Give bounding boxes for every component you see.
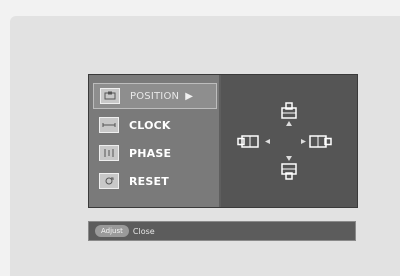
osd-menu-list: POSITION ▶ CLOCK PHASE RESET [89, 75, 221, 207]
reset-icon [99, 173, 119, 189]
menu-item-position[interactable]: POSITION ▶ [93, 83, 217, 109]
move-up-icon[interactable] [277, 101, 301, 131]
menu-item-reset[interactable]: RESET [93, 169, 215, 193]
menu-item-clock[interactable]: CLOCK [93, 113, 215, 137]
clock-icon [99, 117, 119, 133]
monitor-screen: POSITION ▶ CLOCK PHASE RESET Adjust Clos… [10, 16, 400, 276]
submenu-arrow-icon: ▶ [185, 90, 194, 102]
move-left-icon[interactable] [235, 133, 275, 151]
move-down-icon[interactable] [277, 155, 301, 185]
close-label: Close [132, 226, 155, 236]
menu-item-label: CLOCK [129, 118, 171, 132]
phase-icon [99, 145, 119, 161]
osd-menu-panel: POSITION ▶ CLOCK PHASE RESET [88, 74, 358, 208]
menu-item-label: PHASE [129, 146, 172, 160]
position-icon [100, 88, 120, 104]
menu-item-phase[interactable]: PHASE [93, 141, 215, 165]
position-preview [221, 75, 357, 207]
menu-item-label: POSITION [130, 90, 180, 102]
adjust-button[interactable]: Adjust [95, 225, 129, 237]
move-right-icon[interactable] [297, 133, 337, 151]
help-bar: Adjust Close [88, 221, 356, 241]
menu-item-label: RESET [129, 174, 169, 188]
